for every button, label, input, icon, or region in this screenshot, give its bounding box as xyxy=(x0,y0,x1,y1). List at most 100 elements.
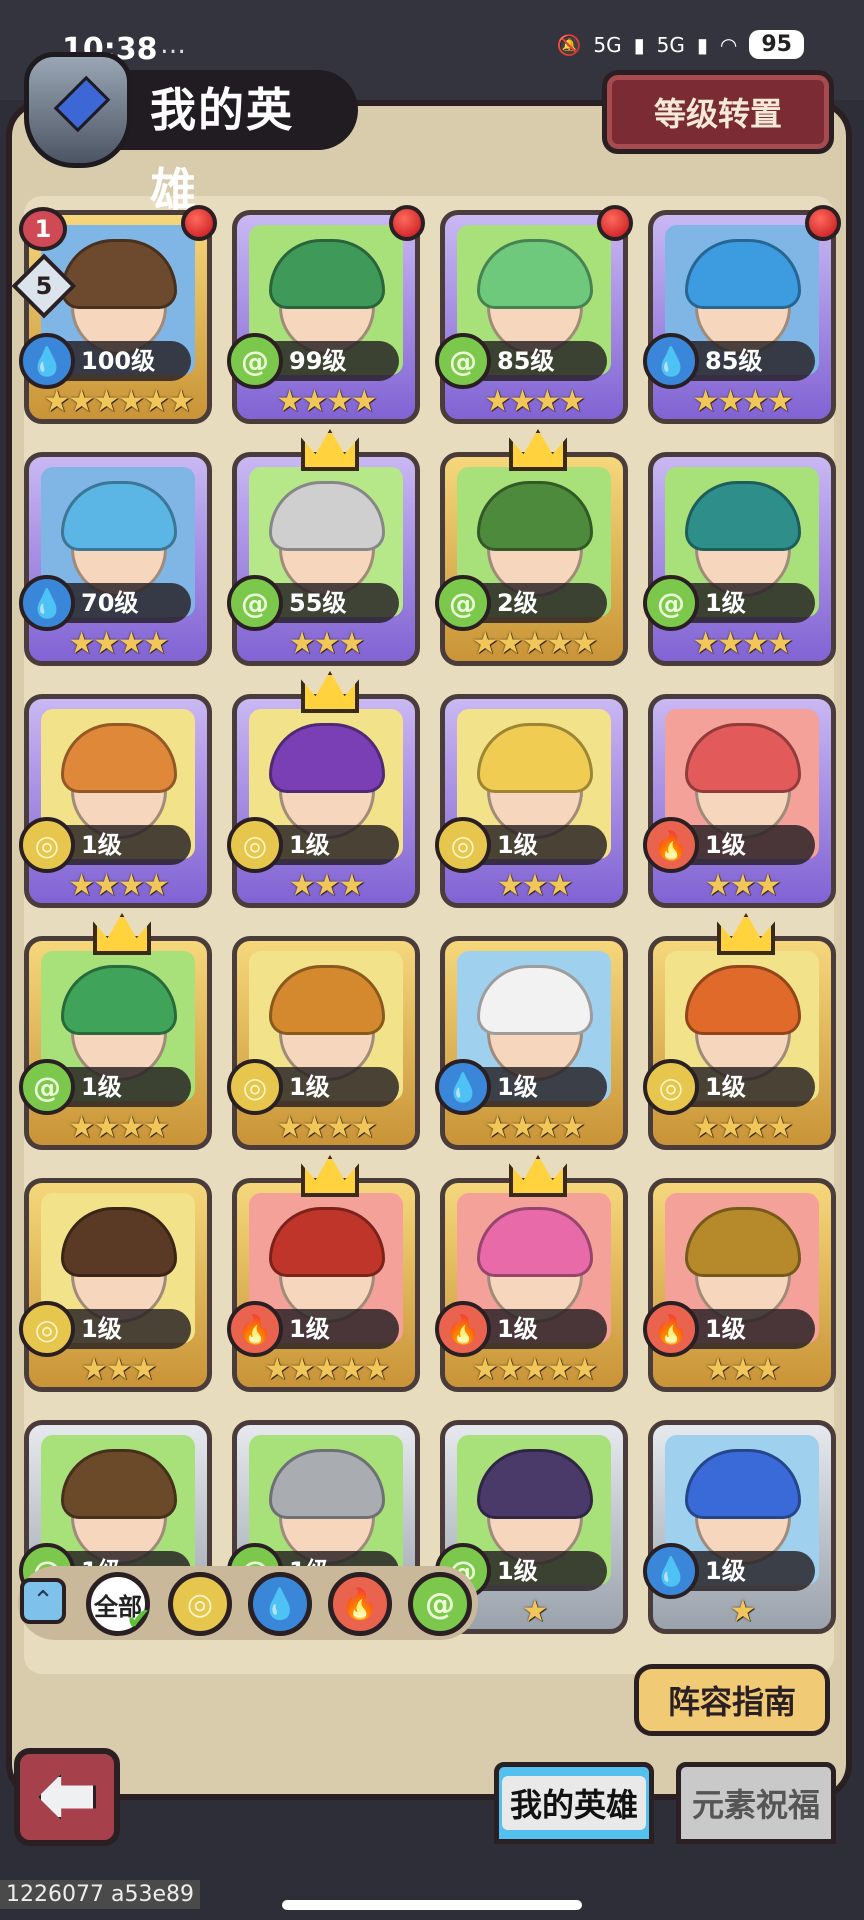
hero-card[interactable]: 🔥 1级 ★★★ xyxy=(643,694,836,908)
earth-element-icon: ◎ xyxy=(227,1059,283,1115)
hero-hair xyxy=(685,239,801,309)
crown-icon xyxy=(301,429,359,471)
hero-card[interactable]: ◎ 1级 ★★★ xyxy=(19,1178,212,1392)
hero-stars: ★★★★ xyxy=(692,383,794,419)
hero-card[interactable]: 💧 1级 ★★★★ xyxy=(435,936,628,1150)
hero-card[interactable]: @2级 ★★★★★ xyxy=(435,429,628,666)
helmet-icon xyxy=(24,52,132,168)
earth-element-icon: ◎ xyxy=(19,817,75,873)
hero-stars: ★★★★ xyxy=(484,1109,586,1145)
hero-card[interactable]: @55级 ★★★ xyxy=(227,429,420,666)
expand-filter-button[interactable]: ⌃ xyxy=(20,1578,66,1624)
hero-hair xyxy=(269,239,385,309)
crown-icon xyxy=(301,1155,359,1197)
hero-level: 1级 xyxy=(81,1073,122,1101)
tab-my-heroes[interactable]: 我的英雄 xyxy=(494,1762,654,1844)
home-indicator[interactable] xyxy=(282,1900,582,1910)
notification-dot xyxy=(597,205,633,241)
battery-indicator: 95 xyxy=(749,30,804,59)
hero-stars: ★★★★ xyxy=(692,1109,794,1145)
hero-stars: ★★★ xyxy=(704,867,782,903)
hero-card[interactable]: 🔥 1级 ★★★★★ xyxy=(435,1155,628,1392)
hero-stars: ★★★★ xyxy=(692,625,794,661)
hero-card[interactable]: 🔥 1级 ★★★ xyxy=(643,1178,836,1392)
hero-stars: ★★★★ xyxy=(68,625,170,661)
water-element-icon: 💧 xyxy=(643,333,699,389)
team-guide-button[interactable]: 阵容指南 xyxy=(634,1664,830,1736)
hero-card[interactable]: 💧 70级 ★★★★ xyxy=(19,452,212,666)
rank-badge: 1 xyxy=(19,207,67,251)
water-element-icon: 💧 xyxy=(19,333,75,389)
hero-hair xyxy=(269,1449,385,1519)
filter-earth-icon[interactable]: ◎ xyxy=(168,1572,232,1636)
hero-level: 1级 xyxy=(289,831,330,859)
filter-wind-icon[interactable]: @ xyxy=(408,1572,472,1636)
hero-hair xyxy=(61,965,177,1035)
crown-icon xyxy=(509,429,567,471)
crown-icon xyxy=(509,1155,567,1197)
hero-level: 1级 xyxy=(497,1557,538,1585)
earth-element-icon: ◎ xyxy=(643,1059,699,1115)
hero-card[interactable]: ◎ 1级 ★★★★ xyxy=(643,913,836,1150)
level-reset-button[interactable]: 等级转置 xyxy=(602,70,834,154)
hero-level: 1级 xyxy=(81,831,122,859)
crown-icon xyxy=(93,913,151,955)
hero-card[interactable]: @1级 ★★★★ xyxy=(19,913,212,1150)
hero-level: 85级 xyxy=(497,347,555,375)
fire-element-icon: 🔥 xyxy=(643,1301,699,1357)
hero-hair xyxy=(269,723,385,793)
fire-element-icon: 🔥 xyxy=(435,1301,491,1357)
hero-card[interactable]: ◎ 1级 ★★★ xyxy=(227,671,420,908)
notification-dot xyxy=(389,205,425,241)
hero-card[interactable]: @85级 ★★★★ xyxy=(435,205,633,424)
signal-icon: ▮ xyxy=(696,32,708,57)
wind-element-icon: @ xyxy=(435,333,491,389)
hero-stars: ★★★★ xyxy=(68,1109,170,1145)
hero-card[interactable]: @99级 ★★★★ xyxy=(227,205,425,424)
hero-hair xyxy=(269,481,385,551)
hero-card[interactable]: ◎ 1级 ★★★★ xyxy=(19,694,212,908)
wind-element-icon: @ xyxy=(227,575,283,631)
notification-dot xyxy=(805,205,841,241)
hero-hair xyxy=(477,1449,593,1519)
mute-icon: 🔕 xyxy=(556,32,582,57)
hero-level: 1级 xyxy=(81,1315,122,1343)
hero-stars: ★★★ xyxy=(288,625,366,661)
hero-card[interactable]: 💧 1级 ★ xyxy=(643,1420,836,1634)
tab-element-blessing[interactable]: 元素祝福 xyxy=(676,1762,836,1844)
hero-hair xyxy=(685,723,801,793)
hero-card[interactable]: 💧 100级 ★★★★★★ 1 5 xyxy=(11,205,217,424)
hero-card[interactable]: 💧 85级 ★★★★ xyxy=(643,205,841,424)
hero-hair xyxy=(61,723,177,793)
hero-hair xyxy=(685,965,801,1035)
earth-element-icon: ◎ xyxy=(19,1301,75,1357)
signal-1-label: 5G xyxy=(593,32,622,57)
hero-hair xyxy=(61,481,177,551)
hero-level: 1级 xyxy=(497,1315,538,1343)
back-button[interactable] xyxy=(14,1748,120,1846)
hero-stars: ★★★ xyxy=(704,1351,782,1387)
signal-icon: ▮ xyxy=(633,32,645,57)
hero-stars: ★★★★ xyxy=(484,383,586,419)
hero-level: 100级 xyxy=(81,347,156,375)
hero-level: 70级 xyxy=(81,589,139,617)
hero-hair xyxy=(61,1207,177,1277)
hero-stars: ★★★ xyxy=(288,867,366,903)
wind-element-icon: @ xyxy=(227,333,283,389)
filter-fire-icon[interactable]: 🔥 xyxy=(328,1572,392,1636)
hero-level: 1级 xyxy=(497,831,538,859)
earth-element-icon: ◎ xyxy=(435,817,491,873)
filter-all[interactable]: 全部 ✔ xyxy=(86,1572,151,1637)
hero-card[interactable]: 🔥 1级 ★★★★★ xyxy=(227,1155,420,1392)
hero-hair xyxy=(685,481,801,551)
hero-hair xyxy=(269,965,385,1035)
hero-level: 1级 xyxy=(497,1073,538,1101)
hero-card[interactable]: ◎ 1级 ★★★ xyxy=(435,694,628,908)
hero-stars: ★★★ xyxy=(496,867,574,903)
hero-hair xyxy=(685,1207,801,1277)
filter-water-icon[interactable]: 💧 xyxy=(248,1572,312,1636)
wind-element-icon: @ xyxy=(643,575,699,631)
hero-card[interactable]: @1级 ★★★★ xyxy=(643,452,836,666)
hero-stars: ★★★★★ xyxy=(471,1351,598,1387)
hero-card[interactable]: ◎ 1级 ★★★★ xyxy=(227,936,420,1150)
